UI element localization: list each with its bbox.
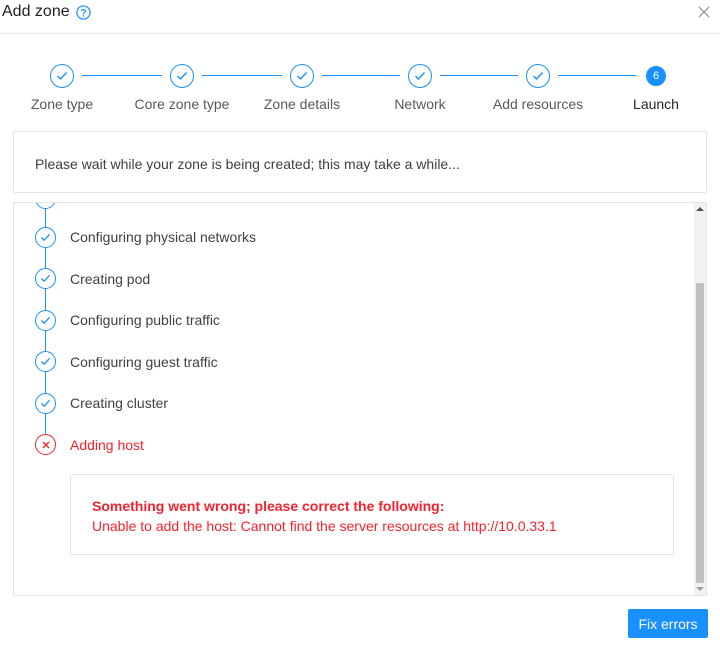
check-circle-icon bbox=[35, 226, 56, 248]
scroll-up-arrow-icon[interactable] bbox=[694, 203, 706, 215]
progress-item-label: Creating cluster bbox=[70, 395, 169, 411]
check-icon bbox=[50, 64, 74, 88]
dialog-title-text: Add zone bbox=[2, 3, 70, 20]
progress-item: Configuring guest traffic bbox=[35, 351, 218, 373]
progress-list: Something went wrong; please correct the… bbox=[14, 203, 694, 595]
progress-item-label: Configuring physical networks bbox=[70, 229, 256, 245]
add-zone-dialog: Add zone Zone type Core zone type Zone det… bbox=[0, 0, 720, 648]
check-circle-icon bbox=[35, 203, 56, 209]
error-card: Something went wrong; please correct the… bbox=[70, 474, 674, 555]
scroll-down-arrow-icon[interactable] bbox=[694, 583, 706, 595]
progress-item: Creating cluster bbox=[35, 392, 168, 414]
step-label: Core zone type bbox=[134, 96, 230, 112]
close-icon[interactable] bbox=[696, 4, 712, 20]
step-connector bbox=[322, 75, 400, 76]
check-icon bbox=[526, 64, 550, 88]
check-circle-icon bbox=[35, 309, 56, 331]
progress-item-label: Creating pod bbox=[70, 270, 151, 287]
progress-item-label: Adding host bbox=[70, 436, 144, 453]
check-circle-icon bbox=[35, 351, 56, 372]
check-circle-icon bbox=[35, 392, 56, 414]
step-label: Network bbox=[394, 96, 446, 112]
fix-errors-button[interactable]: Fix errors bbox=[628, 609, 708, 638]
progress-item: Adding host bbox=[35, 434, 144, 456]
step-connector bbox=[558, 75, 636, 76]
step-label: Zone type bbox=[30, 96, 94, 112]
progress-item: Creating pod bbox=[35, 268, 150, 290]
check-icon bbox=[290, 64, 314, 88]
step-connector bbox=[82, 75, 162, 76]
check-icon bbox=[170, 64, 194, 88]
dialog-header: Add zone bbox=[0, 0, 720, 34]
progress-item: Configuring public traffic bbox=[35, 309, 220, 331]
progress-item-label: Configuring guest traffic bbox=[70, 353, 218, 370]
check-icon bbox=[408, 64, 432, 88]
error-circle-icon bbox=[35, 434, 56, 455]
question-circle-icon[interactable] bbox=[75, 4, 91, 20]
dialog-title: Add zone bbox=[2, 3, 91, 21]
step-label: Zone details bbox=[263, 96, 341, 112]
scrollbar-thumb[interactable] bbox=[696, 283, 704, 583]
error-message: Unable to add the host: Cannot find the … bbox=[92, 518, 557, 534]
check-circle-icon bbox=[35, 268, 56, 289]
step-label: Add resources bbox=[492, 96, 584, 112]
step-label: Launch bbox=[633, 96, 679, 112]
error-heading: Something went wrong; please correct the… bbox=[92, 498, 445, 514]
step-connector bbox=[440, 75, 518, 76]
info-message: Please wait while your zone is being cre… bbox=[35, 156, 460, 172]
scrollbar[interactable] bbox=[694, 203, 706, 595]
steps-bar: Zone type Core zone type Zone details Netwo… bbox=[0, 60, 720, 116]
step-number-badge: 6 bbox=[646, 66, 666, 86]
info-box: Please wait while your zone is being cre… bbox=[13, 131, 707, 193]
progress-panel: Something went wrong; please correct the… bbox=[13, 202, 707, 596]
progress-item: Configuring physical networks bbox=[35, 226, 256, 248]
progress-item-label: Configuring public traffic bbox=[70, 312, 220, 328]
step-connector bbox=[202, 75, 282, 76]
